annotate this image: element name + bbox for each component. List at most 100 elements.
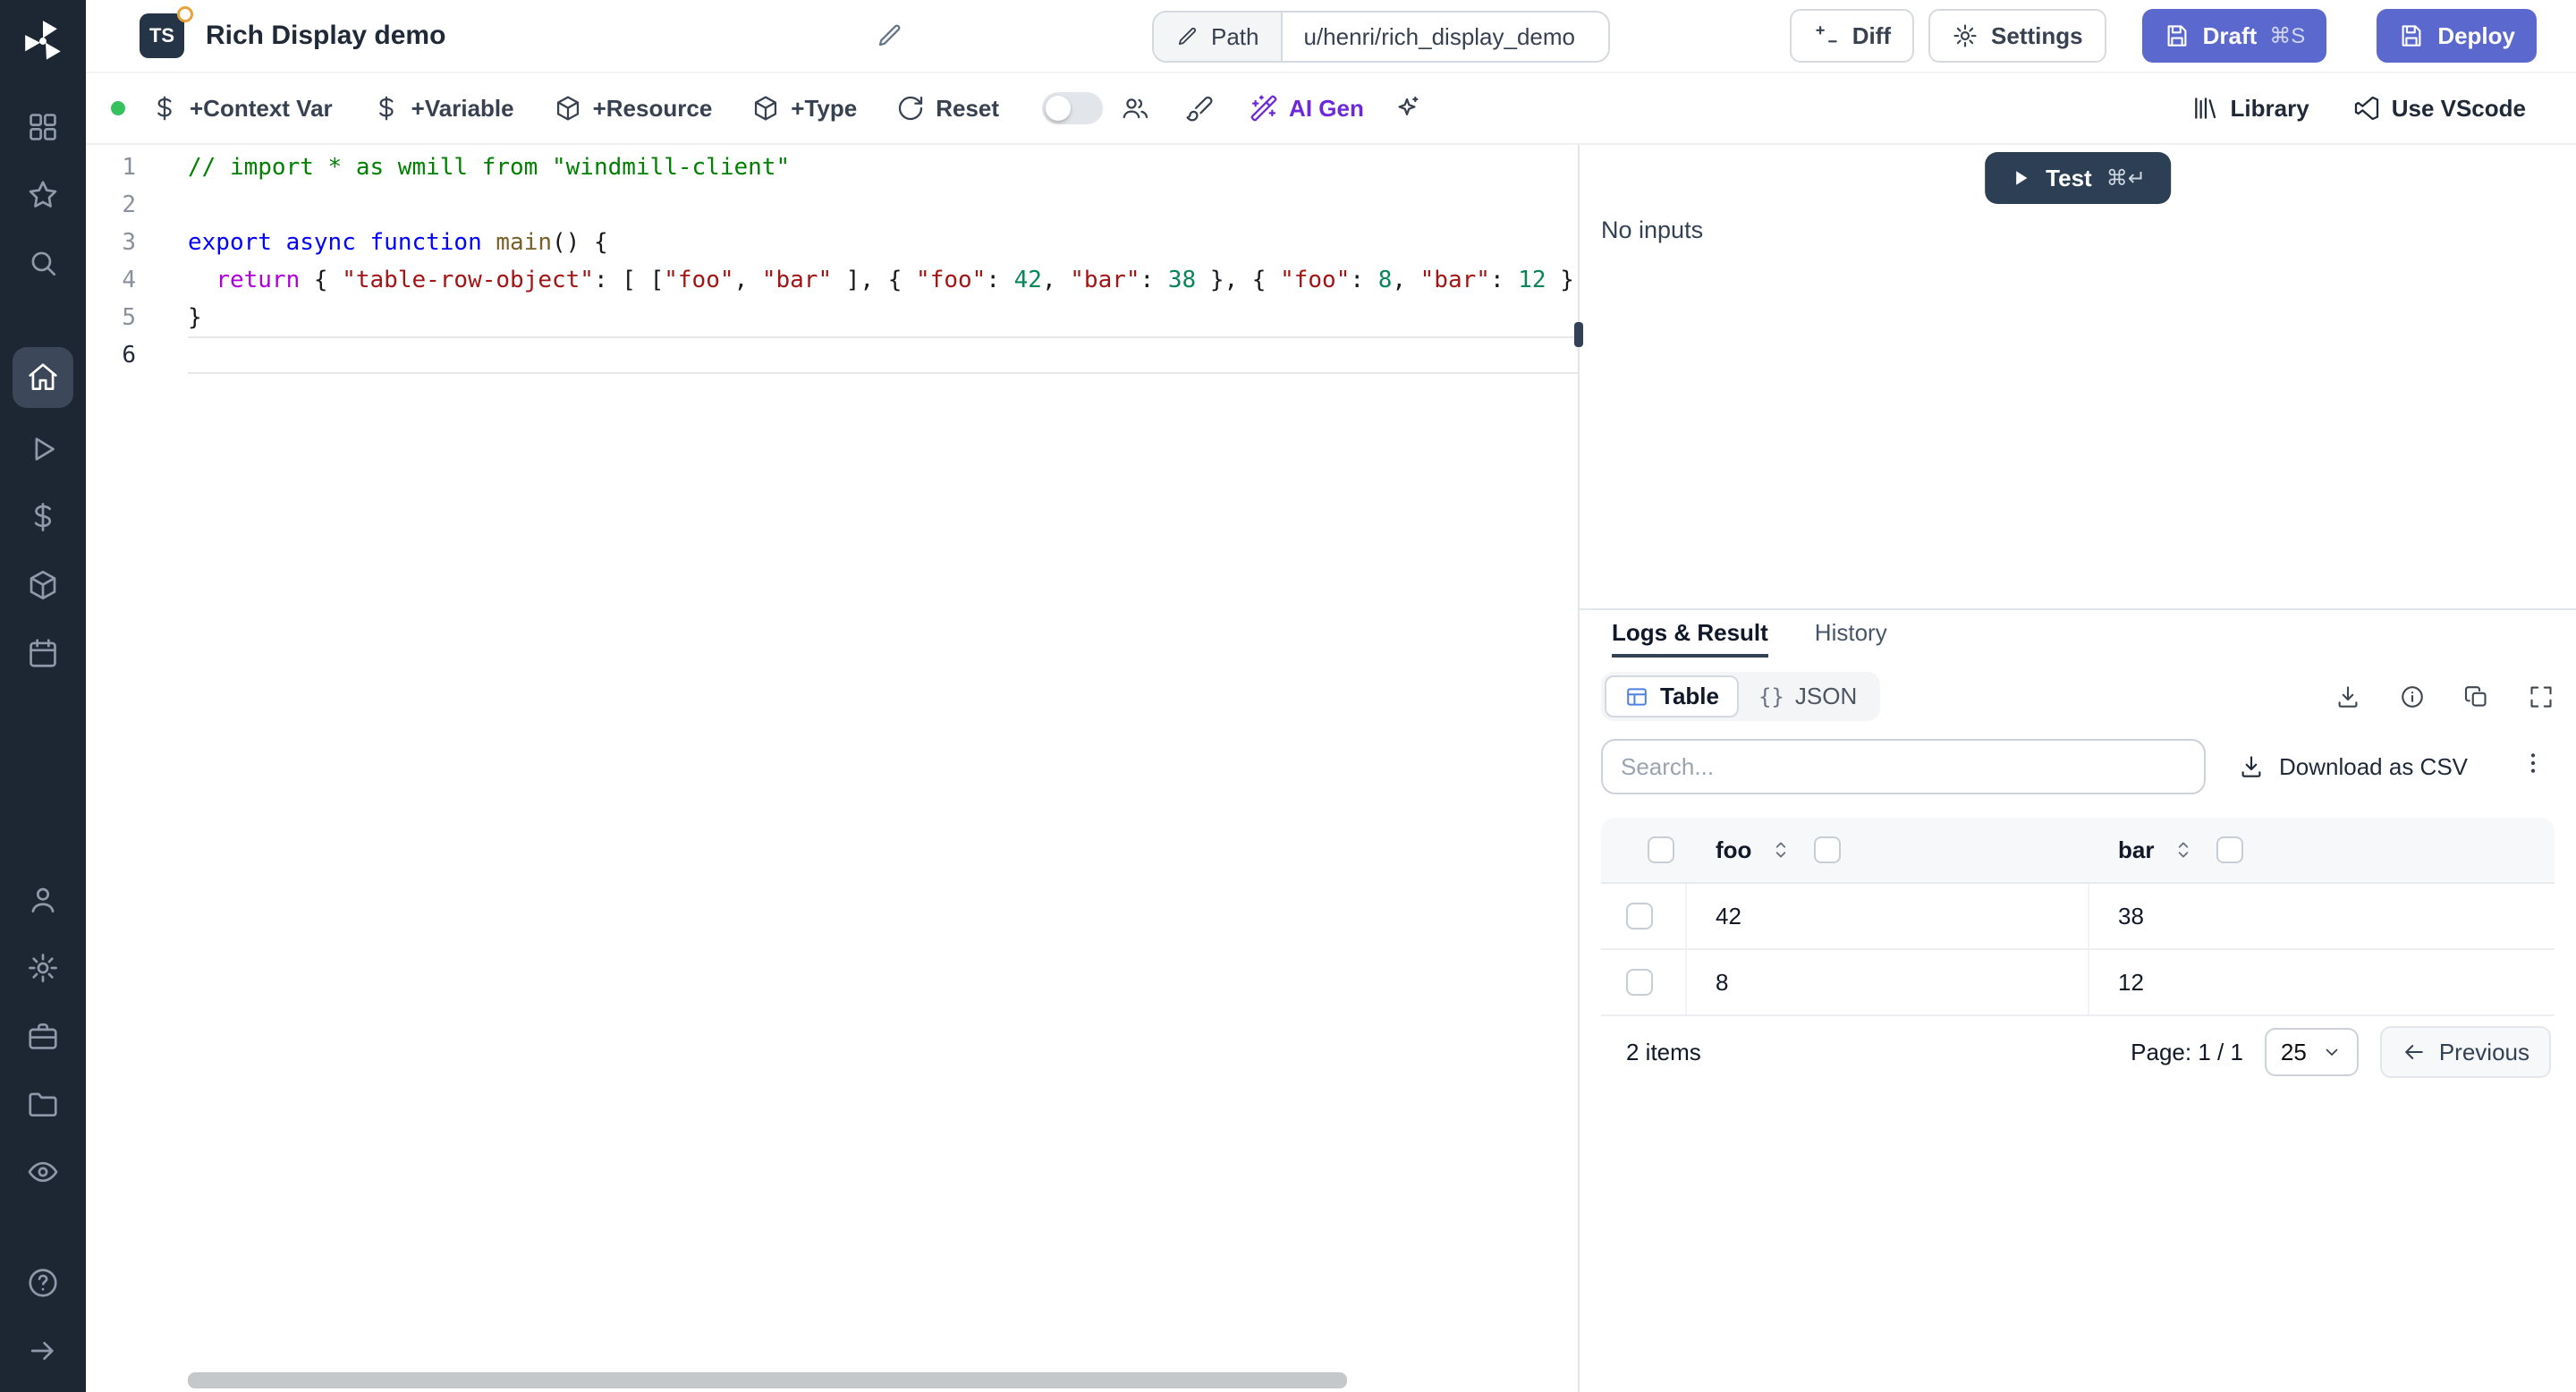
code-line[interactable] [188,336,1578,374]
code-editor[interactable]: 123456 // import * as wmill from "windmi… [86,145,1578,1392]
add-context-var-button[interactable]: +Context Var [150,94,333,123]
schedules-calendar-icon[interactable] [16,626,70,680]
edit-summary-button[interactable] [875,21,903,50]
view-json-button[interactable]: {} JSON [1739,675,1877,717]
sort-icon[interactable] [2172,838,2195,862]
search-input[interactable] [1601,739,2206,794]
previous-page-button[interactable]: Previous [2380,1026,2551,1078]
checkbox[interactable] [1626,969,1653,996]
table-cell: 12 [2089,950,2555,1014]
connection-status-dot [111,101,125,115]
draft-button[interactable]: Draft ⌘S [2142,9,2327,63]
reset-button[interactable]: Reset [896,94,999,123]
checkbox[interactable] [1626,903,1653,929]
result-tabs: Logs & Result History [1580,610,2576,658]
audit-eye-icon[interactable] [16,1145,70,1199]
script-title: Rich Display demo [206,21,445,51]
workers-briefcase-icon[interactable] [16,1009,70,1063]
code-line[interactable] [188,186,1578,224]
ai-gen-button[interactable]: AI Gen [1250,94,1364,123]
dollar-icon [372,94,401,123]
kebab-icon [2519,749,2547,777]
apps-grid-icon[interactable] [16,100,70,154]
settings-button[interactable]: Settings [1928,9,2106,63]
library-icon [2191,94,2220,123]
ai-sparkles-button[interactable] [1393,94,1421,123]
sparkles-icon [1393,94,1421,123]
column-label: bar [2118,836,2154,864]
arrow-left-icon [2402,1040,2427,1065]
windmill-logo-icon[interactable] [16,14,70,68]
code-line[interactable]: export async function main() { [188,224,1578,261]
tab-logs-result[interactable]: Logs & Result [1612,619,1768,658]
format-code-button[interactable] [1185,94,1214,123]
code-lines[interactable]: // import * as wmill from "windmill-clie… [188,149,1578,1392]
language-status-dot [177,6,193,22]
expand-icon[interactable] [2528,683,2555,710]
table-row[interactable]: 812 [1601,950,2555,1016]
path-input[interactable] [1283,13,1608,61]
help-icon[interactable] [16,1256,70,1310]
table-row[interactable]: 4238 [1601,884,2555,950]
path-edit-button[interactable]: Path [1154,13,1283,61]
pencil-icon [1175,25,1199,48]
multiplayer-users-button[interactable] [1121,94,1149,123]
runs-play-icon[interactable] [16,422,70,476]
diff-button[interactable]: Diff [1790,9,1914,63]
items-count: 2 items [1626,1039,1701,1066]
checkbox[interactable] [1648,836,1674,863]
sidebar-group-bottom [16,1256,70,1378]
search-icon[interactable] [16,236,70,290]
wand-icon [1250,94,1278,123]
tab-history[interactable]: History [1815,619,1887,658]
search-row: Download as CSV [1601,739,2555,794]
line-number-gutter: 123456 [86,149,188,1392]
add-type-button[interactable]: +Type [751,94,857,123]
download-icon [2238,753,2265,780]
code-line[interactable]: return { "table-row-object": [ ["foo", "… [188,261,1578,299]
row-select-cell[interactable] [1601,884,1687,948]
dollar-icon [150,94,179,123]
info-icon[interactable] [2399,683,2426,710]
add-variable-button[interactable]: +Variable [372,94,514,123]
user-icon[interactable] [16,873,70,927]
library-button[interactable]: Library [2191,94,2309,123]
page-size-select[interactable]: 25 [2265,1028,2359,1076]
checkbox[interactable] [2216,836,2243,863]
checkbox[interactable] [1814,836,1841,863]
gear-icon[interactable] [16,941,70,995]
use-vscode-button[interactable]: Use VScode [2352,94,2526,123]
horizontal-scrollbar[interactable] [188,1372,1347,1388]
deploy-button[interactable]: Deploy [2377,9,2537,63]
multiplayer-toggle[interactable] [1042,92,1103,124]
variables-dollar-icon[interactable] [16,490,70,544]
collapse-arrow-right-icon[interactable] [16,1324,70,1378]
copy-icon[interactable] [2463,683,2490,710]
result-table-header: foo bar [1601,818,2555,884]
code-line[interactable]: } [188,299,1578,336]
test-button[interactable]: Test ⌘↵ [1985,152,2171,204]
line-number: 2 [86,186,136,224]
folders-icon[interactable] [16,1077,70,1131]
splitter-handle[interactable] [1574,322,1583,347]
column-header-bar[interactable]: bar [2089,836,2555,864]
more-options-button[interactable] [2512,749,2555,785]
select-all-cell[interactable] [1601,836,1687,863]
row-select-cell[interactable] [1601,950,1687,1014]
column-header-foo[interactable]: foo [1687,836,2089,864]
download-csv-button[interactable]: Download as CSV [2238,753,2468,781]
resources-cube-icon[interactable] [16,558,70,612]
star-icon[interactable] [16,168,70,222]
add-resource-button[interactable]: +Resource [554,94,713,123]
code-line[interactable]: // import * as wmill from "windmill-clie… [188,149,1578,186]
view-table-button[interactable]: Table [1605,675,1739,717]
result-content: Table {} JSON [1580,658,2576,1392]
download-icon[interactable] [2334,683,2361,710]
language-badge: TS [140,13,184,58]
sort-icon[interactable] [1769,838,1792,862]
line-number: 3 [86,224,136,261]
users-icon [1121,94,1149,123]
save-icon [2398,22,2425,49]
home-icon[interactable] [13,347,73,408]
table-cell: 38 [2089,884,2555,948]
